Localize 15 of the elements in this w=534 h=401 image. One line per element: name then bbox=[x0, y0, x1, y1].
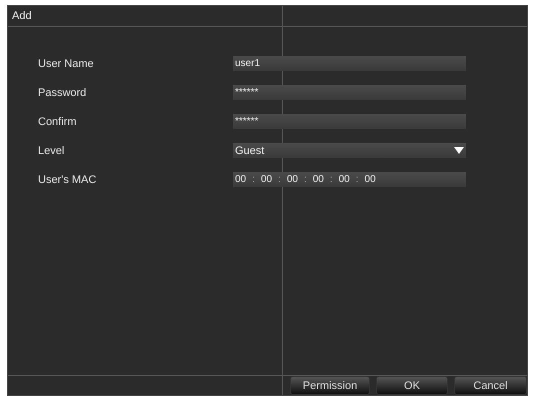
window-title: Add bbox=[8, 6, 527, 27]
caret-icon bbox=[454, 147, 464, 154]
field-label: Password bbox=[38, 86, 88, 98]
input-field[interactable]: ****** bbox=[233, 114, 466, 129]
input-field[interactable]: user1 bbox=[233, 56, 466, 71]
field-label: User Name bbox=[38, 58, 95, 70]
field-label: Level bbox=[38, 144, 66, 156]
dialog-button[interactable]: Cancel bbox=[454, 376, 527, 395]
mac-address-field[interactable]: 00 : 00 : 00 : 00 : 00 : 00 bbox=[233, 172, 466, 187]
input-field[interactable]: ****** bbox=[233, 85, 466, 100]
dialog-button[interactable]: Permission bbox=[290, 376, 370, 395]
dialog-button[interactable]: OK bbox=[376, 376, 448, 395]
field-label: Confirm bbox=[38, 116, 78, 128]
level-dropdown[interactable]: Guest bbox=[233, 143, 466, 158]
field-label: User's MAC bbox=[38, 174, 98, 186]
